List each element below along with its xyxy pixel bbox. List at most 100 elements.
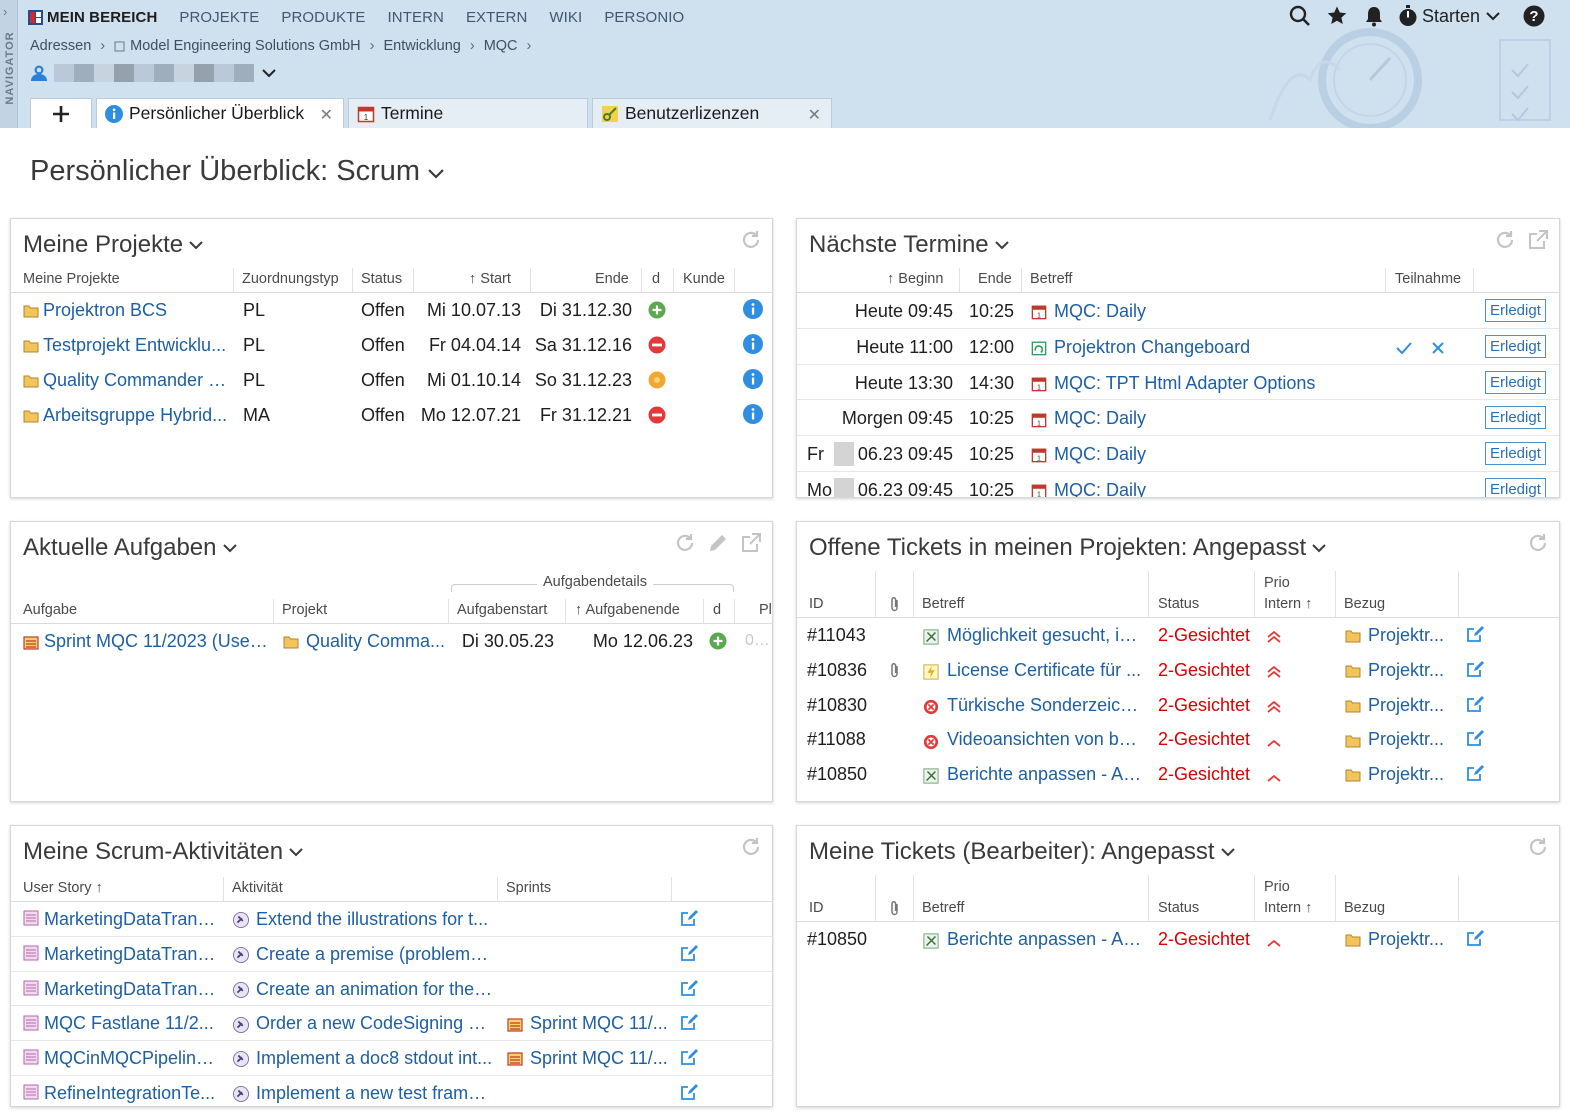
open-external-icon[interactable]	[740, 532, 762, 554]
bezug-link[interactable]: Projektr...	[1368, 660, 1454, 681]
edit-ticket-icon[interactable]	[1465, 763, 1487, 785]
bezug-link[interactable]: Projektr...	[1368, 764, 1454, 785]
refresh-icon[interactable]	[740, 836, 762, 858]
starten-button[interactable]: Starten	[1398, 5, 1500, 27]
project-link[interactable]: Quality Comma...	[306, 631, 446, 652]
nav-personio[interactable]: PERSONIO	[604, 9, 684, 26]
sprint-link[interactable]: Sprint MQC 11/...	[530, 1048, 668, 1069]
nav-intern[interactable]: INTERN	[388, 9, 444, 26]
ticket-subject-link[interactable]: Videoansichten von be...	[947, 729, 1143, 750]
panel-title[interactable]: Offene Tickets in meinen Projekten: Ange…	[809, 534, 1326, 562]
activity-link[interactable]: Extend the illustrations for t...	[256, 909, 493, 930]
user-selector[interactable]	[30, 64, 276, 82]
bezug-link[interactable]: Projektr...	[1368, 929, 1454, 950]
favorites-star-icon[interactable]	[1325, 4, 1349, 28]
bezug-link[interactable]: Projektr...	[1368, 695, 1454, 716]
navigator-rail[interactable]: › NAVIGATOR	[0, 0, 18, 128]
bezug-link[interactable]: Projektr...	[1368, 625, 1454, 646]
edit-activity-icon[interactable]	[679, 943, 701, 965]
erledigt-button[interactable]: Erledigt	[1485, 406, 1546, 430]
edit-pencil-icon[interactable]	[707, 532, 729, 554]
notifications-bell-icon[interactable]	[1362, 4, 1386, 28]
panel-title[interactable]: Meine Projekte	[23, 231, 203, 259]
add-tab-button[interactable]	[30, 98, 92, 128]
appointment-link[interactable]: MQC: Daily	[1054, 480, 1379, 497]
edit-ticket-icon[interactable]	[1465, 624, 1487, 646]
panel-title[interactable]: Meine Tickets (Bearbeiter): Angepasst	[809, 838, 1235, 866]
sort-header-intern[interactable]: Intern ↑	[1264, 596, 1312, 612]
ticket-subject-link[interactable]: Berichte anpassen - An...	[947, 929, 1143, 950]
bezug-link[interactable]: Projektr...	[1368, 729, 1454, 750]
edit-activity-icon[interactable]	[679, 1047, 701, 1069]
edit-ticket-icon[interactable]	[1465, 694, 1487, 716]
project-name-link[interactable]: Quality Commander S...	[43, 370, 231, 391]
info-icon[interactable]	[743, 334, 765, 356]
nav-wiki[interactable]: WIKI	[549, 9, 582, 26]
activity-link[interactable]: Create an animation for the "...	[256, 979, 493, 1000]
edit-ticket-icon[interactable]	[1465, 928, 1487, 950]
erledigt-button[interactable]: Erledigt	[1485, 370, 1546, 394]
project-name-link[interactable]: Projektron BCS	[43, 300, 231, 321]
erledigt-button[interactable]: Erledigt	[1485, 334, 1546, 358]
ticket-subject-link[interactable]: Berichte anpassen - An...	[947, 764, 1143, 785]
edit-activity-icon[interactable]	[679, 908, 701, 930]
close-tab-icon[interactable]: ✕	[320, 105, 333, 125]
appointment-link[interactable]: MQC: TPT Html Adapter Options	[1054, 373, 1379, 394]
appointment-link[interactable]: MQC: Daily	[1054, 408, 1379, 429]
project-name-link[interactable]: Testprojekt Entwicklu...	[43, 335, 231, 356]
user-story-link[interactable]: MQC Fastlane 11/2...	[44, 1013, 220, 1034]
task-link[interactable]: Sprint MQC 11/2023 (User...	[44, 631, 269, 652]
edit-activity-icon[interactable]	[679, 1012, 701, 1034]
edit-activity-icon[interactable]	[679, 978, 701, 1000]
activity-link[interactable]: Implement a new test frame...	[256, 1083, 493, 1104]
sort-header-start[interactable]: ↑ Start	[469, 271, 511, 287]
help-icon[interactable]: ?	[1522, 4, 1546, 28]
sort-header-beginn[interactable]: ↑ Beginn	[887, 271, 943, 287]
appointment-link[interactable]: Projektron Changeboard	[1054, 337, 1379, 358]
edit-activity-icon[interactable]	[679, 1082, 701, 1104]
tab-benutzerlizenzen[interactable]: Benutzerlizenzen ✕	[592, 98, 832, 128]
erledigt-button[interactable]: Erledigt	[1485, 299, 1546, 322]
appointment-link[interactable]: MQC: Daily	[1054, 444, 1379, 465]
nav-extern[interactable]: EXTERN	[466, 9, 527, 26]
refresh-icon[interactable]	[674, 532, 696, 554]
erledigt-button[interactable]: Erledigt	[1485, 478, 1546, 497]
sort-header-aufgabenende[interactable]: ↑ Aufgabenende	[575, 602, 680, 618]
breadcrumb-adressen[interactable]: Adressen	[30, 38, 91, 54]
tab-persoenlicher-ueberblick[interactable]: Persönlicher Überblick ✕	[96, 98, 344, 128]
refresh-icon[interactable]	[1527, 836, 1549, 858]
breadcrumb-company[interactable]: Model Engineering Solutions GmbH	[130, 38, 361, 54]
nav-projekte[interactable]: PROJEKTE	[179, 9, 259, 26]
info-icon[interactable]	[743, 404, 765, 426]
user-story-link[interactable]: RefineIntegrationTe...	[44, 1083, 220, 1104]
ticket-subject-link[interactable]: License Certificate für ...	[947, 660, 1143, 681]
close-tab-icon[interactable]: ✕	[808, 105, 821, 125]
expand-navigator-icon[interactable]: ›	[3, 4, 7, 19]
info-icon[interactable]	[743, 299, 765, 321]
attachment-paperclip-icon[interactable]	[889, 662, 903, 680]
accept-check-icon[interactable]	[1395, 339, 1415, 357]
activity-link[interactable]: Implement a doc8 stdout int...	[256, 1048, 493, 1069]
open-external-icon[interactable]	[1527, 229, 1549, 251]
user-story-link[interactable]: MQCinMQCPipeline...	[44, 1048, 220, 1069]
decline-x-icon[interactable]	[1431, 339, 1447, 355]
refresh-icon[interactable]	[1494, 229, 1516, 251]
user-story-link[interactable]: MarketingDataTrans...	[44, 979, 220, 1000]
project-name-link[interactable]: Arbeitsgruppe Hybrid...	[43, 405, 231, 426]
activity-link[interactable]: Create a premise (problem &...	[256, 944, 493, 965]
appointment-link[interactable]: MQC: Daily	[1054, 301, 1379, 322]
ticket-subject-link[interactable]: Türkische Sonderzeich...	[947, 695, 1143, 716]
search-icon[interactable]	[1288, 4, 1312, 28]
ticket-subject-link[interactable]: Möglichkeit gesucht, in ...	[947, 625, 1143, 646]
refresh-icon[interactable]	[1527, 532, 1549, 554]
activity-link[interactable]: Order a new CodeSigning Ce...	[256, 1013, 493, 1034]
sort-header-user-story[interactable]: User Story ↑	[23, 880, 103, 896]
page-title[interactable]: Persönlicher Überblick: Scrum	[30, 155, 444, 188]
panel-title[interactable]: Meine Scrum-Aktivitäten	[23, 838, 303, 866]
attachment-paperclip-icon[interactable]	[889, 900, 901, 916]
edit-ticket-icon[interactable]	[1465, 659, 1487, 681]
tab-termine[interactable]: 1 Termine	[348, 98, 588, 128]
user-story-link[interactable]: MarketingDataTrans...	[44, 909, 220, 930]
user-story-link[interactable]: MarketingDataTrans...	[44, 944, 220, 965]
sort-header-intern[interactable]: Intern ↑	[1264, 900, 1312, 916]
